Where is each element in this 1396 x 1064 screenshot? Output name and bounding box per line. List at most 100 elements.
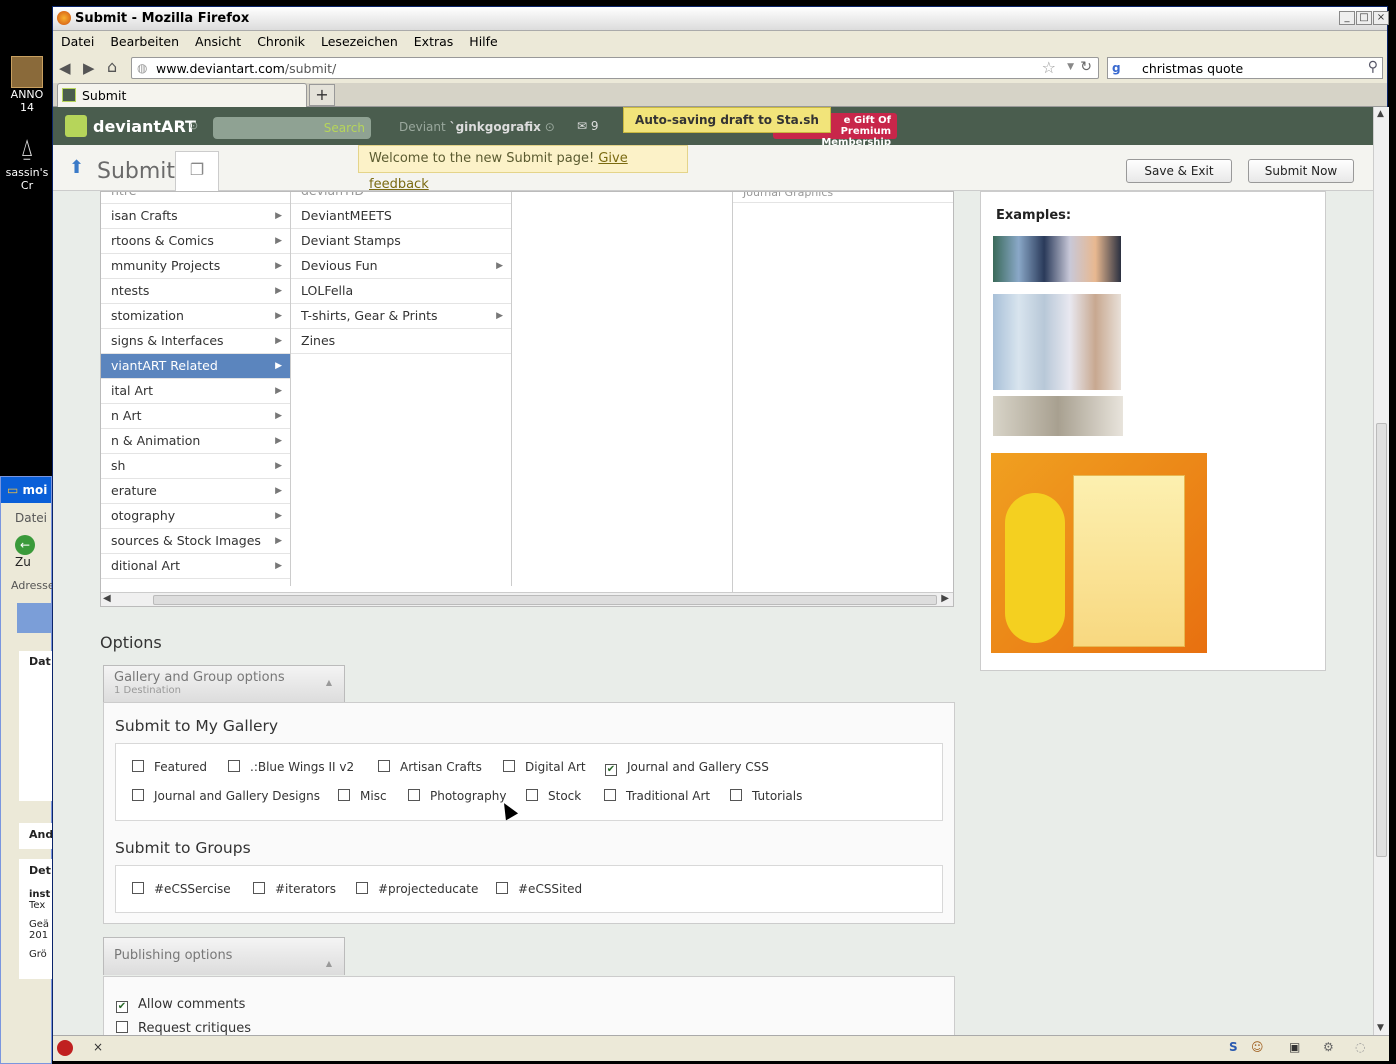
checkbox[interactable] [378,760,390,772]
gallery-tutorials[interactable]: Tutorials [730,789,802,803]
group-ecssited[interactable]: #eCSSited [496,882,582,896]
username[interactable]: `ginkgografix [450,120,541,134]
category-item[interactable]: n Art ▶ [101,404,290,429]
checkbox[interactable] [253,882,265,894]
gallery-traditional-art[interactable]: Traditional Art [604,789,710,803]
search-input[interactable]: christmas quote [1142,61,1243,76]
allow-comments[interactable]: ✔ Allow comments [116,997,245,1013]
da-search-box[interactable]: Search [213,117,371,139]
skype-icon[interactable]: S [1229,1040,1238,1054]
example-image-jolteon[interactable] [991,453,1207,653]
group-ecssercise[interactable]: #eCSSercise [132,882,231,896]
stash-tab-icon[interactable]: ❐ [175,151,219,191]
dropdown-icon[interactable]: ▼ [1067,62,1074,72]
desktop-icon-assassins[interactable]: ⍙ sassin's Cr [2,134,52,192]
bookmark-star-icon[interactable]: ☆ [1042,58,1056,77]
example-thumbnail-2[interactable] [993,294,1121,390]
category-item[interactable]: signs & Interfaces ▶ [101,329,290,354]
checkbox[interactable] [503,760,515,772]
deviantart-logo[interactable]: deviantART [93,117,196,136]
submit-now-button[interactable]: Submit Now [1248,159,1354,183]
menu-chronik[interactable]: Chronik [249,31,313,49]
example-thumbnail-3[interactable] [993,396,1123,436]
category-item-partial[interactable]: Journal Graphics [733,192,953,203]
category-item[interactable]: isan Crafts ▶ [101,204,290,229]
scroll-left-icon[interactable]: ◀ [103,593,111,604]
page-vertical-scrollbar[interactable]: ▲ ▼ [1373,107,1389,1035]
scrollbar-thumb[interactable] [1376,423,1387,857]
tools-icon[interactable]: ⚙ [1323,1040,1334,1054]
publishing-options-toggle[interactable]: Publishing options ▲ [103,937,345,975]
category-item[interactable]: Zines [291,329,511,354]
group-iterators[interactable]: #iterators [253,882,336,896]
checkbox[interactable] [526,789,538,801]
search-icon[interactable]: ⚲ [1368,59,1378,75]
scrollbar-thumb[interactable] [153,595,937,605]
new-tab-button[interactable]: + [309,84,335,106]
checkbox-checked[interactable]: ✔ [116,1001,128,1013]
menu-hilfe[interactable]: Hilfe [461,31,505,49]
url-bar[interactable]: ◍ www.deviantart.com/submit/ ☆ ▼ ↻ [131,57,1099,79]
gallery-artisan-crafts[interactable]: Artisan Crafts [378,760,482,774]
desktop-icon-anno[interactable]: ANNO 14 [2,56,52,114]
checkbox[interactable] [604,789,616,801]
explorer-menu[interactable]: Datei [1,503,51,525]
gallery-photography[interactable]: Photography [408,789,506,803]
category-item[interactable]: stomization ▶ [101,304,290,329]
gallery-group-options-toggle[interactable]: Gallery and Group options 1 Destination … [103,665,345,703]
search-bar[interactable]: g christmas quote ⚲ [1107,57,1383,79]
gallery-featured[interactable]: Featured [132,760,207,774]
explorer-back[interactable]: ← Zu [1,525,51,569]
save-exit-button[interactable]: Save & Exit [1126,159,1232,183]
checkbox[interactable] [338,789,350,801]
checkbox[interactable] [132,760,144,772]
scroll-down-icon[interactable]: ▼ [1377,1023,1384,1033]
tab-submit[interactable]: Submit [57,83,307,107]
checkbox[interactable] [356,882,368,894]
maximize-button[interactable]: □ [1356,11,1372,25]
example-thumbnail-1[interactable] [993,236,1121,282]
close-button[interactable]: × [1373,11,1389,25]
gallery-misc[interactable]: Misc [338,789,387,803]
home-icon[interactable]: ⌂ [107,57,117,76]
category-item[interactable]: LOLFella [291,279,511,304]
category-item[interactable]: sources & Stock Images ▶ [101,529,290,554]
greasemonkey-icon[interactable]: ☺ [1251,1040,1264,1054]
da-search-button[interactable]: Search [324,121,365,135]
category-item[interactable]: Devious Fun ▶ [291,254,511,279]
checkbox[interactable] [496,882,508,894]
category-horizontal-scrollbar[interactable]: ◀ ▶ [101,592,953,606]
menu-datei[interactable]: Datei [53,31,102,49]
gallery-journal-css[interactable]: ✔ Journal and Gallery CSS [605,760,769,776]
request-critiques[interactable]: Request critiques [116,1021,251,1035]
category-item[interactable]: Deviant Stamps [291,229,511,254]
menu-bearbeiten[interactable]: Bearbeiten [102,31,187,49]
checkbox[interactable] [132,882,144,894]
category-item[interactable]: rtoons & Comics ▶ [101,229,290,254]
gallery-journal-designs[interactable]: Journal and Gallery Designs [132,789,320,803]
category-item[interactable]: n & Animation ▶ [101,429,290,454]
adblock-icon[interactable] [57,1040,73,1056]
checkbox[interactable] [730,789,742,801]
scroll-right-icon[interactable]: ▶ [941,593,949,604]
category-item[interactable]: ital Art ▶ [101,379,290,404]
category-item[interactable]: T-shirts, Gear & Prints ▶ [291,304,511,329]
checkbox[interactable] [228,760,240,772]
close-statusbar-icon[interactable]: × [93,1040,103,1054]
category-item[interactable]: DeviantMEETS [291,204,511,229]
checkbox-checked[interactable]: ✔ [605,764,617,776]
category-item[interactable]: erature ▶ [101,479,290,504]
messages[interactable]: ✉ 9 [577,119,599,133]
menu-ansicht[interactable]: Ansicht [187,31,249,49]
forward-icon[interactable]: ▶ [83,59,95,77]
category-item[interactable]: mmunity Projects ▶ [101,254,290,279]
scroll-up-icon[interactable]: ▲ [1377,109,1384,119]
menu-extras[interactable]: Extras [406,31,462,49]
minimize-button[interactable]: _ [1339,11,1355,25]
logo-menu-icon[interactable]: ⊙ [189,119,198,132]
user-menu-icon[interactable]: ⊙ [545,120,555,134]
background-explorer-window[interactable]: ▭ moi Datei ← Zu Adresse Dat And Det ins… [0,476,55,1064]
category-item[interactable]: viantART Related ▶ [101,354,290,379]
category-item-partial[interactable]: ntre [101,192,290,204]
group-projecteducate[interactable]: #projecteducate [356,882,478,896]
